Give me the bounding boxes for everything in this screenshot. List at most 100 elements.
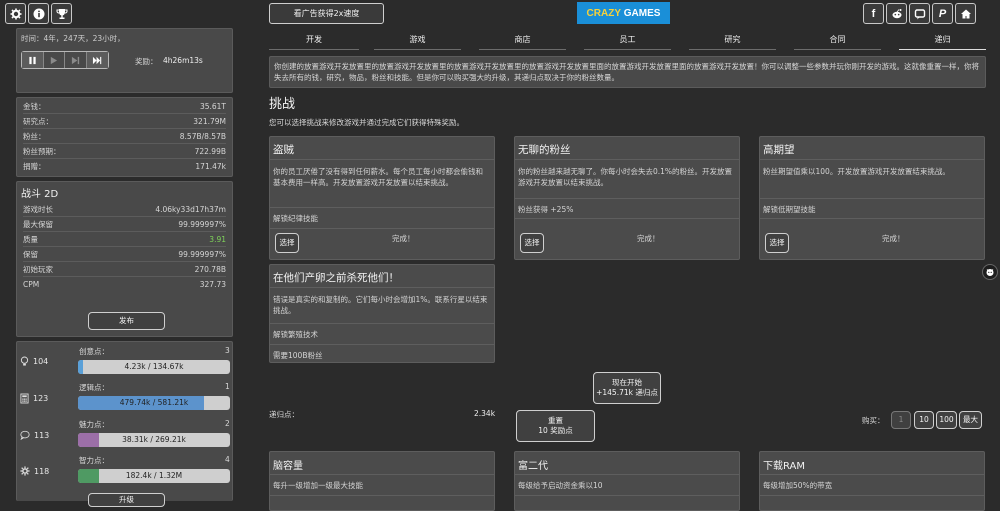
buy-10-button[interactable]: 10 (914, 411, 934, 429)
lightbulb-icon (20, 356, 29, 366)
skill-name: 创意点： (79, 347, 109, 356)
skill-icon-group: 123 (20, 393, 48, 404)
calculator-icon (20, 393, 29, 404)
stat-label: 研究点： (23, 116, 53, 126)
skill-progress-bar: 4.23k / 134.67k (78, 360, 230, 374)
buy-label: 购买： (862, 416, 885, 425)
time-panel: 时间：4年，247天，23小时， 奖励： 4h26m13s (16, 28, 233, 93)
buy-max-button[interactable]: 最大 (959, 411, 982, 429)
logo-games: GAMES (623, 7, 661, 19)
home-icon[interactable] (955, 3, 976, 24)
card-title: 无聊的粉丝 (515, 137, 739, 160)
pause-button[interactable] (22, 52, 44, 68)
upgrade-card-download-ram: 下载RAM 每级增加50%的带宽 (759, 451, 985, 511)
card-requirement: 需要100B粉丝 (273, 351, 323, 360)
gear-icon[interactable] (5, 3, 26, 24)
mascot-icon[interactable] (982, 264, 998, 280)
game-time: 时间：4年，247天，23小时， (21, 34, 125, 43)
select-button[interactable]: 选择 (275, 233, 299, 253)
row-value: 4.06ky33d17h37m (155, 204, 226, 214)
card-description: 每级给予启动资金乘以10 (515, 475, 739, 496)
stat-label: 捐赠： (23, 162, 46, 171)
row-label: 保留 (23, 249, 38, 259)
skill-name: 逻辑点： (79, 383, 109, 392)
game-row: 保留 99.999997% (23, 247, 226, 262)
row-label: CPM (23, 280, 40, 289)
recursion-points-value: 2.34k (474, 409, 496, 418)
info-icon[interactable] (28, 3, 49, 24)
reset-button[interactable]: 重置 10 奖励点 (516, 410, 595, 442)
card-title: 下载RAM (760, 452, 984, 475)
reward-label: 奖励： (135, 57, 158, 66)
publish-button[interactable]: 发布 (88, 312, 165, 330)
challenge-card-high-expectations: 高期望 粉丝期望值乘以100。开发放置游戏开发放置结束挑战。 解锁低期望技能 选… (759, 136, 985, 260)
fast-forward-button[interactable] (65, 52, 87, 68)
tab-contracts[interactable]: 合同 (794, 29, 881, 50)
reset-points: 10 奖励点 (538, 426, 573, 435)
tab-develop[interactable]: 开发 (269, 29, 359, 50)
recursion-points-label: 递归点： (269, 410, 299, 419)
speed-controls (21, 51, 109, 69)
game-panel: 战斗 2D 游戏时长 4.06ky33d17h37m 最大保留 99.999997%… (16, 181, 233, 337)
start-now-button[interactable]: 现在开始 +145.71k 递归点 (593, 372, 661, 404)
stat-research: 研究点： 321.79M (23, 114, 226, 129)
play-button[interactable] (44, 52, 65, 68)
card-title: 脑容量 (270, 452, 494, 475)
tab-staff[interactable]: 员工 (584, 29, 671, 50)
challenge-card-bored-fans: 无聊的粉丝 你的粉丝越来越无聊了。你每小时会失去0.1%的粉丝。开发放置游戏开发… (514, 136, 740, 260)
stat-value: 722.99B (194, 146, 226, 156)
logo-crazy: CRAZY (586, 7, 621, 19)
game-row: 游戏时长 4.06ky33d17h37m (23, 202, 226, 217)
skill-level: 4 (225, 455, 230, 464)
skill-points: 123 (33, 394, 49, 403)
trophy-icon[interactable] (51, 3, 72, 24)
skill-level: 1 (225, 382, 230, 391)
game-row: 最大保留 99.999997% (23, 217, 226, 232)
stat-value: 171.47k (195, 162, 226, 171)
row-value: 99.999997% (178, 219, 226, 229)
facebook-icon[interactable]: f (863, 3, 884, 24)
stat-money: 金钱： 35.61T (23, 99, 226, 114)
skill-points: 113 (34, 430, 50, 440)
card-title: 富二代 (515, 452, 739, 475)
reset-label: 重置 (548, 416, 563, 425)
skill-bar-text: 479.74k / 581.21k (119, 398, 189, 407)
skill-icon-group: 104 (20, 356, 48, 367)
row-label: 最大保留 (23, 219, 53, 229)
crazygames-logo[interactable]: CRAZY GAMES (577, 2, 670, 24)
select-button[interactable]: 选择 (520, 233, 544, 253)
fastest-button[interactable] (86, 52, 108, 68)
select-button[interactable]: 选择 (765, 233, 789, 253)
row-label: 质量 (23, 234, 38, 244)
tab-research[interactable]: 研究 (689, 29, 776, 50)
game-title: 战斗 2D (21, 189, 59, 200)
skill-points: 118 (34, 466, 50, 476)
stat-label: 粉丝预期： (23, 146, 61, 156)
row-label: 游戏时长 (23, 204, 53, 214)
watch-ad-button[interactable]: 看广告获得2x速度 (269, 3, 384, 24)
skill-points: 104 (33, 357, 49, 366)
tab-recursion[interactable]: 递归 (899, 29, 986, 50)
buy-100-button[interactable]: 100 (936, 411, 957, 429)
skill-progress-bar: 38.31k / 269.21k (78, 433, 230, 447)
card-status: 完成！ (637, 234, 660, 243)
skill-progress-bar: 182.4k / 1.32M (78, 469, 230, 483)
stat-fans: 粉丝： 8.57B/8.57B (23, 129, 226, 144)
start-now-points: +145.71k 递归点 (596, 388, 658, 397)
card-title: 盗贼 (270, 137, 494, 160)
paypal-icon[interactable]: P (932, 3, 953, 24)
challenges-title: 挑战 (269, 97, 296, 112)
upgrade-button[interactable]: 升级 (88, 493, 165, 507)
skill-bar-text: 38.31k / 269.21k (122, 435, 186, 444)
reddit-icon[interactable] (886, 3, 907, 24)
card-reward: 解锁繁殖技术 (270, 324, 494, 345)
card-description: 错误是真实的和复制的。它们每小时会增加1%。联系行星以结束挑战。 (270, 288, 494, 324)
card-reward: 粉丝获得 +25% (515, 199, 739, 219)
discord-icon[interactable] (909, 3, 930, 24)
tab-games[interactable]: 游戏 (374, 29, 461, 50)
buy-1-button[interactable]: 1 (891, 411, 911, 429)
skill-icon-group: 118 (20, 466, 49, 476)
game-row: CPM 327.73 (23, 277, 226, 292)
skill-bar-text: 182.4k / 1.32M (125, 471, 183, 480)
tab-shop[interactable]: 商店 (479, 29, 566, 50)
